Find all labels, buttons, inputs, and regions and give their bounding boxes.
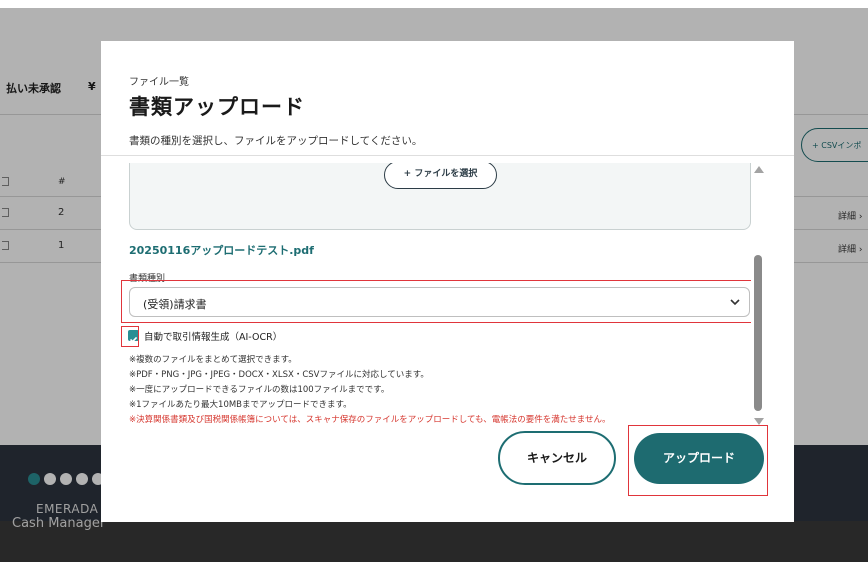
file-dropzone[interactable]: + ファイルを選択: [129, 163, 751, 230]
modal-description: 書類の種別を選択し、ファイルをアップロードしてください。: [129, 135, 423, 147]
cancel-button[interactable]: キャンセル: [498, 431, 616, 485]
selected-file-name: 20250116アップロードテスト.pdf: [129, 244, 314, 257]
warning-note: ※決算関係書類及び国税関係帳簿については、スキャナ保存のファイルをアップロードし…: [129, 415, 611, 425]
breadcrumb[interactable]: ファイル一覧: [129, 73, 189, 88]
viewport: 払い未承認 ¥ # 2 詳細 › 1 詳細 › + CSVインポ EMERADA…: [0, 0, 868, 562]
select-file-button[interactable]: + ファイルを選択: [384, 163, 497, 189]
scroll-down-icon[interactable]: [754, 418, 764, 425]
note-line: ※一度にアップロードできるファイルの数は100ファイルまでです。: [129, 385, 390, 395]
note-line: ※複数のファイルをまとめて選択できます。: [129, 355, 297, 365]
note-line: ※PDF・PNG・JPG・JPEG・DOCX・XLSX・CSVファイルに対応して…: [129, 370, 429, 380]
top-edge: [0, 0, 868, 8]
highlight-upload: [628, 425, 768, 496]
highlight-auto-ocr: [121, 326, 139, 347]
scroll-up-icon[interactable]: [754, 166, 764, 173]
auto-ocr-label: 自動で取引情報生成（AI-OCR）: [144, 332, 283, 343]
upload-modal: ファイル一覧 書類アップロード 書類の種別を選択し、ファイルをアップロードしてく…: [101, 41, 794, 522]
note-line: ※1ファイルあたり最大10MBまでアップロードできます。: [129, 400, 352, 410]
divider: [101, 155, 794, 156]
scrollbar-thumb[interactable]: [754, 255, 762, 411]
modal-title: 書類アップロード: [129, 95, 305, 119]
highlight-doc-type: [121, 280, 761, 323]
modal-scroll-area[interactable]: + ファイルを選択 20250116アップロードテスト.pdf 書類種別 (受領…: [101, 163, 769, 425]
